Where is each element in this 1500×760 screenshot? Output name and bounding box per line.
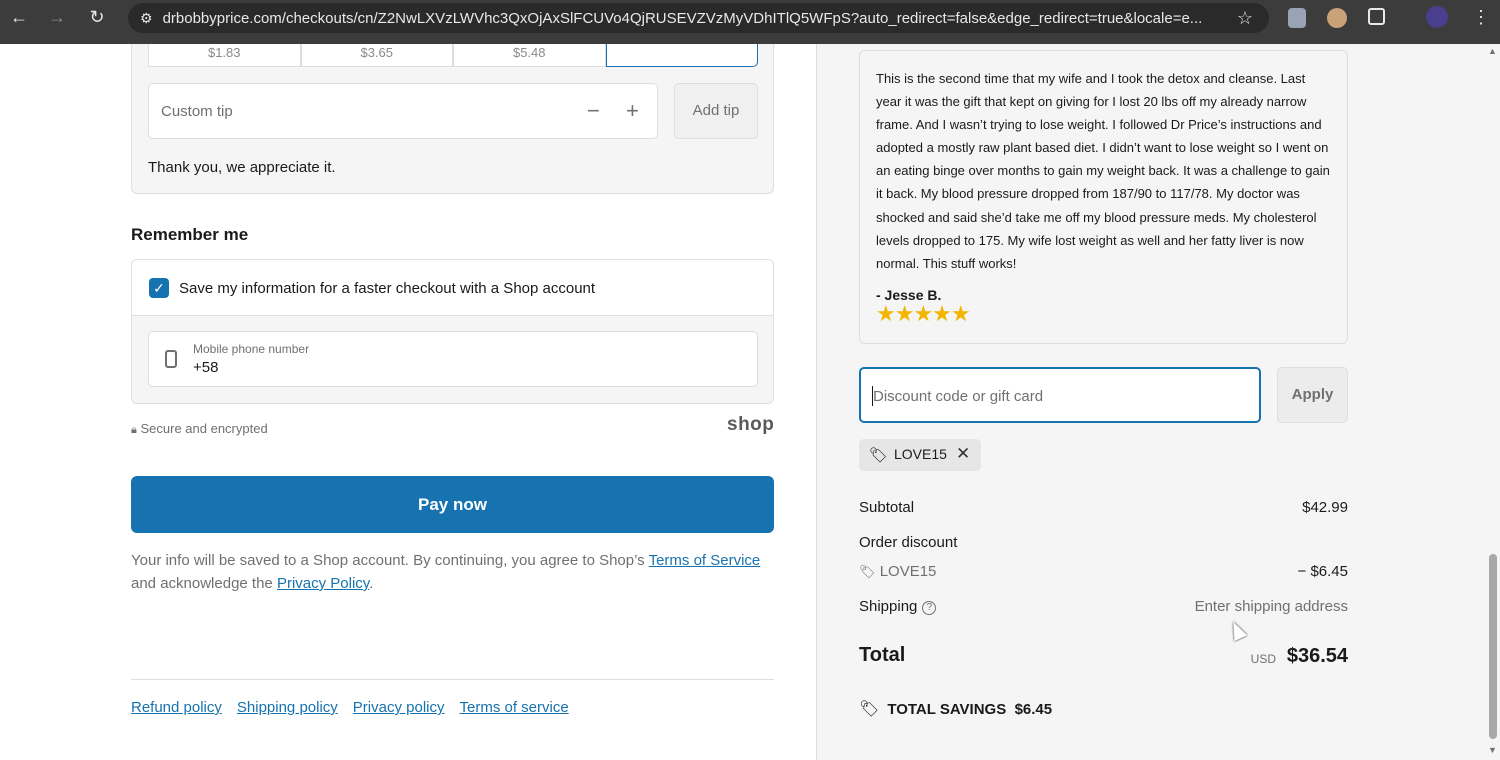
address-bar[interactable]: ⚙ drbobbyprice.com/checkouts/cn/Z2NwLXVz… (128, 3, 1269, 33)
shipping-row: Shipping? Enter shipping address (859, 598, 1348, 615)
total-row: Total USD $36.54 (859, 644, 1348, 667)
terms-of-service-link[interactable]: Terms of Service (649, 552, 761, 569)
extensions-puzzle-icon[interactable] (1368, 8, 1385, 25)
bookmark-star-icon[interactable]: ☆ (1237, 8, 1253, 29)
shipping-label: Shipping (859, 598, 918, 615)
refund-policy-link[interactable]: Refund policy (131, 699, 222, 716)
add-tip-button[interactable]: Add tip (674, 83, 758, 139)
remove-discount-icon[interactable]: ✕ (956, 444, 970, 464)
help-icon[interactable]: ? (922, 601, 937, 615)
mobile-phone-field[interactable]: Mobile phone number +58 (148, 331, 758, 387)
tip-option[interactable]: $1.83 (148, 44, 301, 67)
browser-toolbar: ← → ↻ ⚙ drbobbyprice.com/checkouts/cn/Z2… (0, 0, 1500, 44)
tip-option-selected[interactable] (605, 44, 758, 67)
secure-text: Secure and encrypted (140, 421, 268, 436)
site-info-icon[interactable]: ⚙ (140, 10, 153, 27)
url-text: drbobbyprice.com/checkouts/cn/Z2NwLXVzLW… (162, 9, 1203, 27)
applied-discount-chip: 🏷︎ LOVE15 ✕ (859, 439, 981, 471)
tag-icon: 🏷︎ (869, 447, 889, 464)
more-menu-icon[interactable]: ⋮ (1462, 0, 1500, 34)
testimonial-text: This is the second time that my wife and… (876, 71, 1330, 271)
legal-text-part: Your info will be saved to a Shop accoun… (131, 552, 649, 569)
total-label: Total (859, 644, 906, 666)
custom-tip-input[interactable]: Custom tip − + (148, 83, 658, 139)
remember-me-heading: Remember me (131, 225, 249, 244)
extension-shield-icon[interactable] (1288, 8, 1306, 28)
page-scrollbar[interactable]: ▲ ▼ (1485, 44, 1500, 760)
discount-placeholder: Discount code or gift card (873, 388, 1044, 405)
order-summary: This is the second time that my wife and… (816, 44, 1500, 760)
pay-now-button[interactable]: Pay now (131, 476, 774, 533)
phone-section: Mobile phone number +58 (132, 316, 773, 403)
total-savings: 🏷︎ TOTAL SAVINGS $6.45 (859, 699, 1052, 719)
shop-logo: shop (727, 414, 775, 435)
profile-avatar[interactable] (1426, 6, 1448, 28)
lock-icon: 🔒︎ (131, 424, 137, 436)
back-icon[interactable]: ← (0, 0, 38, 34)
order-discount-row: Order discount (859, 534, 1348, 551)
forward-icon[interactable]: → (38, 0, 76, 34)
tag-icon: 🏷︎ (859, 701, 880, 718)
reload-icon[interactable]: ↻ (78, 0, 116, 34)
terms-of-service-footer-link[interactable]: Terms of service (460, 699, 569, 716)
legal-text: Your info will be saved to a Shop accoun… (131, 549, 781, 595)
mobile-phone-icon (165, 350, 177, 368)
phone-field-value: +58 (193, 359, 219, 376)
savings-label: TOTAL SAVINGS (887, 701, 1007, 718)
scroll-thumb[interactable] (1489, 554, 1497, 739)
custom-tip-placeholder: Custom tip (161, 103, 233, 120)
tip-section: $1.83 $3.65 $5.48 Custom tip − + Add tip… (131, 44, 774, 194)
discount-code-input[interactable]: Discount code or gift card (859, 367, 1261, 423)
legal-text-part: and acknowledge the (131, 575, 277, 592)
footer-links: Refund policy Shipping policy Privacy po… (131, 699, 569, 716)
tip-option[interactable]: $5.48 (453, 44, 606, 67)
privacy-policy-footer-link[interactable]: Privacy policy (353, 699, 445, 716)
scroll-down-icon[interactable]: ▼ (1488, 745, 1497, 755)
checkout-main: $1.83 $3.65 $5.48 Custom tip − + Add tip… (0, 44, 816, 760)
remember-me-section: ✓ Save my information for a faster check… (131, 259, 774, 404)
shipping-policy-link[interactable]: Shipping policy (237, 699, 338, 716)
tip-option[interactable]: $3.65 (300, 44, 453, 67)
apply-discount-button[interactable]: Apply (1277, 367, 1348, 423)
privacy-policy-link[interactable]: Privacy Policy (277, 575, 369, 592)
discount-code-row: 🏷︎ LOVE15 − $6.45 (859, 563, 1348, 580)
star-rating: ★★★★★ (876, 300, 971, 326)
scroll-up-icon[interactable]: ▲ (1488, 46, 1497, 56)
tip-thanks-text: Thank you, we appreciate it. (148, 159, 336, 176)
discount-value: − $6.45 (1297, 563, 1348, 580)
subtotal-label: Subtotal (859, 499, 915, 516)
increase-tip-button[interactable]: + (626, 98, 639, 124)
testimonial-card: This is the second time that my wife and… (859, 50, 1348, 344)
tag-icon: 🏷︎ (859, 564, 876, 579)
subtotal-value: $42.99 (1302, 499, 1348, 516)
legal-text-part: . (369, 575, 374, 592)
total-currency: USD (1250, 652, 1276, 666)
discount-code-label: LOVE15 (879, 563, 937, 580)
extension-badge-icon[interactable] (1327, 8, 1347, 28)
phone-field-label: Mobile phone number (193, 342, 310, 356)
footer-divider (131, 679, 774, 680)
tip-options: $1.83 $3.65 $5.48 (148, 44, 758, 67)
save-info-checkbox[interactable]: ✓ (149, 278, 169, 298)
shipping-value: Enter shipping address (1194, 598, 1348, 615)
applied-code: LOVE15 (894, 446, 947, 462)
savings-value: $6.45 (1014, 701, 1053, 718)
order-discount-label: Order discount (859, 534, 958, 551)
secure-note: 🔒︎ Secure and encrypted (131, 421, 268, 437)
save-info-label[interactable]: Save my information for a faster checkou… (179, 280, 595, 297)
total-value: $36.54 (1286, 645, 1348, 667)
subtotal-row: Subtotal $42.99 (859, 499, 1348, 516)
save-info-row: ✓ Save my information for a faster check… (132, 260, 773, 316)
decrease-tip-button[interactable]: − (587, 98, 600, 124)
